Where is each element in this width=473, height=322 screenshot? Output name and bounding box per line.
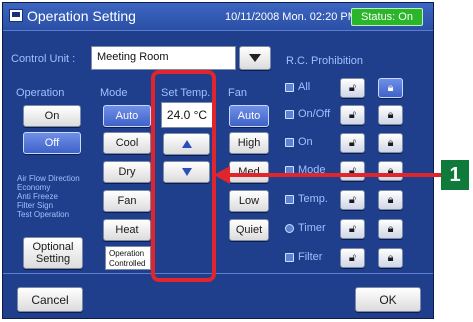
operation-on-button[interactable]: On [23,105,81,127]
rc-label-temp: Temp. [298,193,328,205]
rc-prohibition-header: R.C. Prohibition [286,55,364,67]
padlock-icon: 🔒︎ [387,136,394,149]
padlock-icon: 🔓︎ [348,193,357,206]
misc-settings-list: Air Flow Direction Economy Anti Freeze F… [17,174,92,219]
operation-controlled-note: Operation Controlled [105,246,151,270]
rc-row-temp: Temp. 🔓︎ 🔒︎ [282,188,428,212]
rc-all-lock-button[interactable]: 🔒︎ [378,78,403,98]
operation-off-button[interactable]: Off [23,132,81,154]
rc-onoff-unlock-button[interactable]: 🔓︎ [340,105,365,125]
control-unit-field[interactable]: Meeting Room [91,46,236,70]
on-icon [285,138,294,147]
temp-icon [285,195,294,204]
rc-temp-lock-button[interactable]: 🔒︎ [378,190,403,210]
padlock-icon: 🔓︎ [348,251,357,264]
title-bar: Operation Setting 10/11/2008 Mon. 02:20 … [3,3,433,31]
economy-label: Economy [17,183,51,192]
control-unit-dropdown-button[interactable] [239,46,271,70]
mode-header: Mode [100,87,128,99]
operation-controlled-line1: Operation [109,249,145,258]
control-unit-label: Control Unit : [11,53,76,65]
rc-row-filter: Filter 🔓︎ 🔒︎ [282,246,428,270]
rc-row-onoff: On/Off 🔓︎ 🔒︎ [282,103,428,127]
padlock-icon: 🔓︎ [348,222,357,235]
all-icon [285,83,294,92]
air-flow-direction-label: Air Flow Direction [17,174,80,183]
fan-high-button[interactable]: High [229,132,269,154]
callout-number-badge: 1 [441,160,469,190]
mode-fan-button[interactable]: Fan [103,190,151,212]
rc-label-filter: Filter [298,251,323,263]
test-operation-label: Test Operation [17,210,70,219]
mode-auto-button[interactable]: Auto [103,105,151,127]
rc-label-all: All [298,81,311,93]
rc-on-unlock-button[interactable]: 🔓︎ [340,133,365,153]
fan-header: Fan [228,87,247,99]
filter-icon [285,253,294,262]
rc-label-on: On [298,136,313,148]
rc-temp-unlock-button[interactable]: 🔓︎ [340,190,365,210]
rc-row-timer: Timer 🔓︎ 🔒︎ [282,217,428,241]
rc-timer-lock-button[interactable]: 🔒︎ [378,219,403,239]
padlock-icon: 🔓︎ [348,108,357,121]
rc-filter-lock-button[interactable]: 🔒︎ [378,248,403,268]
triangle-down-icon [249,54,261,62]
rc-onoff-lock-button[interactable]: 🔒︎ [378,105,403,125]
optional-setting-line2: Setting [35,253,71,265]
rc-label-onoff: On/Off [298,108,331,120]
rc-timer-unlock-button[interactable]: 🔓︎ [340,219,365,239]
cancel-button[interactable]: Cancel [17,287,83,312]
rc-all-unlock-button[interactable]: 🔓︎ [340,78,365,98]
filter-sign-label: Filter Sign [17,201,54,210]
status-badge: Status: On [351,8,423,26]
padlock-icon: 🔒︎ [387,251,394,264]
fan-low-button[interactable]: Low [229,190,269,212]
ok-button[interactable]: OK [355,287,421,312]
callout-highlight-box [151,70,216,282]
padlock-icon: 🔒︎ [387,222,394,235]
rc-on-lock-button[interactable]: 🔒︎ [378,133,403,153]
operation-controlled-line2: Controlled [109,259,146,268]
padlock-icon: 🔓︎ [348,136,357,149]
optional-setting-button[interactable]: Optional Setting [23,237,83,269]
optional-setting-line1: Optional [32,241,74,253]
fan-auto-button[interactable]: Auto [229,105,269,127]
footer-divider [3,273,433,274]
mode-dry-button[interactable]: Dry [103,161,151,183]
anti-freeze-label: Anti Freeze [17,192,58,201]
padlock-icon: 🔒︎ [387,108,394,121]
datetime: 10/11/2008 Mon. 02:20 PM [225,11,357,23]
onoff-icon [285,110,294,119]
padlock-icon: 🔒︎ [387,81,394,94]
padlock-icon: 🔓︎ [348,81,357,94]
mode-heat-button[interactable]: Heat [103,219,151,241]
timer-icon [285,224,294,233]
rc-filter-unlock-button[interactable]: 🔓︎ [340,248,365,268]
operation-header: Operation [16,87,65,99]
window-title: Operation Setting [27,8,136,24]
window-icon [9,9,23,22]
rc-label-timer: Timer [298,222,326,234]
rc-row-on: On 🔓︎ 🔒︎ [282,131,428,155]
rc-row-all: All 🔓︎ 🔒︎ [282,76,428,100]
callout-arrow [214,166,444,184]
padlock-icon: 🔒︎ [387,193,394,206]
fan-quiet-button[interactable]: Quiet [229,219,269,241]
mode-cool-button[interactable]: Cool [103,132,151,154]
